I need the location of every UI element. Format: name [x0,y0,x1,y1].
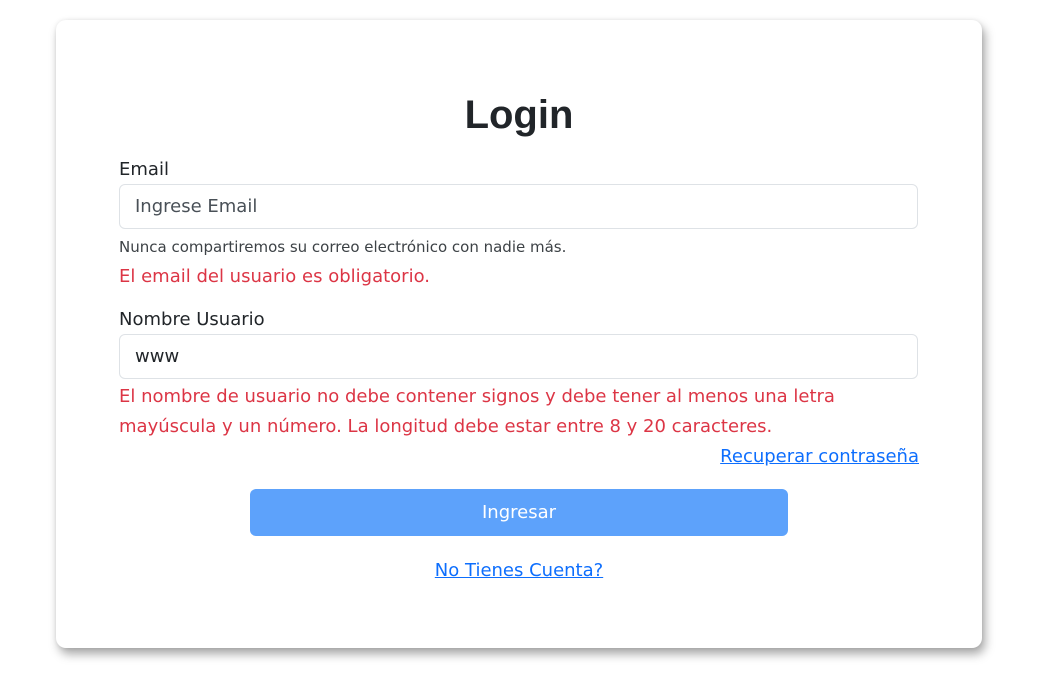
username-label: Nombre Usuario [119,309,265,330]
recover-password-link[interactable]: Recuperar contraseña [720,444,919,470]
signup-link-container: No Tienes Cuenta? [56,558,982,584]
page-title: Login [464,93,574,137]
login-submit-button[interactable]: Ingresar [250,489,788,536]
email-error-message: El email del usuario es obligatorio. [119,266,431,287]
username-input[interactable] [119,334,918,379]
login-card: Login Email Nunca compartiremos su corre… [56,20,982,648]
email-label: Email [119,159,169,180]
signup-link[interactable]: No Tienes Cuenta? [435,560,603,581]
username-error-message: El nombre de usuario no debe contener si… [119,386,835,437]
email-help-text: Nunca compartiremos su correo electrónic… [119,238,567,256]
email-input[interactable] [119,184,918,229]
